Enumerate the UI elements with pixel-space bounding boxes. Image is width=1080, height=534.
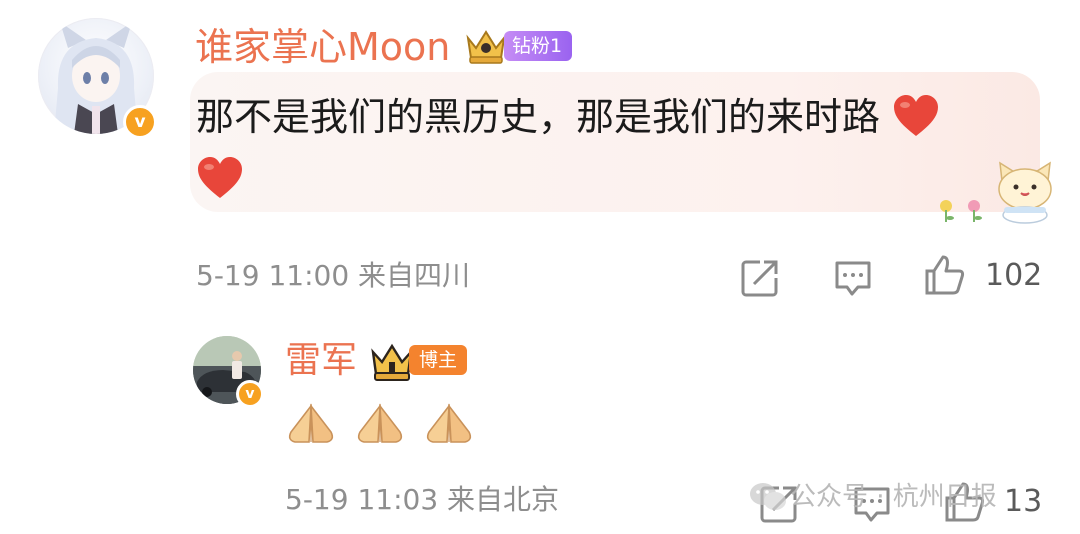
reply-like-count: 13 <box>1004 484 1043 519</box>
cat-sticker-icon <box>998 161 1052 224</box>
verified-badge-icon: v <box>236 380 264 408</box>
reply-meta: 5-19 11:03 来自北京 <box>285 483 560 516</box>
pray-emoji-icon <box>288 403 334 443</box>
reply-emoji-row <box>283 402 485 450</box>
verified-badge-icon: v <box>123 105 157 139</box>
comment-username[interactable]: 谁家掌心Moon <box>195 22 450 72</box>
thumbs-up-icon[interactable] <box>923 253 967 297</box>
fan-badge: 钻粉1 <box>504 31 573 61</box>
pray-emoji-icon <box>427 403 472 443</box>
watermark: 公众号 · 杭州日报 <box>790 482 997 512</box>
blogger-badge: 博主 <box>409 345 468 375</box>
comment-body: 那不是我们的黑历史，那是我们的来时路 <box>196 95 881 139</box>
crown-icon <box>466 30 506 64</box>
comment-text: 那不是我们的黑历史，那是我们的来时路 <box>196 86 1016 210</box>
like-count: 102 <box>985 258 1043 293</box>
wechat-logo-icon <box>750 483 786 510</box>
comment-icon[interactable] <box>831 256 875 300</box>
share-icon[interactable] <box>738 256 782 300</box>
reply-username[interactable]: 雷军 <box>285 336 357 386</box>
flower-sticker-icon <box>940 200 982 222</box>
heart-emoji-icon <box>894 95 939 136</box>
heart-emoji-icon <box>198 157 242 198</box>
pray-emoji-icon <box>357 403 403 443</box>
crown-icon <box>371 343 413 381</box>
comment-meta: 5-19 11:00 来自四川 <box>196 259 471 292</box>
